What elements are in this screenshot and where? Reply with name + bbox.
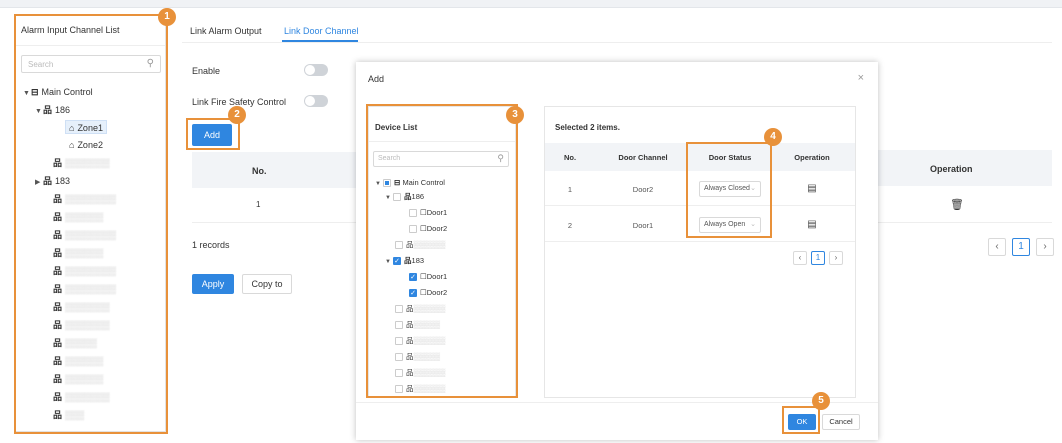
page-button-current[interactable]: 1 <box>1012 238 1030 256</box>
next-page-button[interactable]: › <box>829 251 843 265</box>
edit-icon[interactable]: ▤ <box>777 219 847 230</box>
divider <box>182 42 1052 43</box>
divider <box>192 222 358 223</box>
divider <box>864 222 1052 223</box>
table-header <box>192 152 358 188</box>
callout-1: 1 <box>158 8 176 26</box>
tab-link-alarm-output[interactable]: Link Alarm Output <box>190 26 262 36</box>
apply-button[interactable]: Apply <box>192 274 234 294</box>
column-door-channel: Door Channel <box>618 153 668 162</box>
highlight-box-5 <box>782 406 820 434</box>
divider <box>356 402 878 403</box>
callout-2: 2 <box>228 106 246 124</box>
prev-page-button[interactable]: ‹ <box>793 251 807 265</box>
records-count: 1 records <box>192 240 230 250</box>
table-cell-no: 1 <box>256 200 261 209</box>
enable-label: Enable <box>192 66 221 76</box>
next-page-button[interactable]: › <box>1036 238 1054 256</box>
modal-title: Add <box>368 74 385 84</box>
row-1-channel: Door2 <box>632 185 654 194</box>
callout-4: 4 <box>764 128 782 146</box>
copy-to-button[interactable]: Copy to <box>242 274 292 294</box>
column-operation: Operation <box>794 153 830 162</box>
column-operation: Operation <box>930 164 973 174</box>
cancel-button[interactable]: Cancel <box>822 414 860 430</box>
top-bar <box>0 0 1062 8</box>
enable-toggle[interactable] <box>304 64 328 76</box>
row-1-no: 1 <box>567 185 573 194</box>
tab-link-door-channel[interactable]: Link Door Channel <box>284 26 359 36</box>
delete-icon[interactable]: 🗑 <box>950 198 964 211</box>
column-no: No. <box>252 166 267 176</box>
highlight-box-3 <box>366 104 518 398</box>
highlight-box-1 <box>14 14 168 434</box>
close-icon[interactable]: × <box>858 72 864 84</box>
prev-page-button[interactable]: ‹ <box>988 238 1006 256</box>
column-no: No. <box>563 153 577 162</box>
callout-3: 3 <box>506 106 524 124</box>
selected-count: Selected 2 items. <box>555 123 620 132</box>
row-2-channel: Door1 <box>632 221 654 230</box>
edit-icon[interactable]: ▤ <box>777 183 847 194</box>
row-2-no: 2 <box>567 221 573 230</box>
highlight-box-4 <box>686 142 772 238</box>
fire-safety-toggle[interactable] <box>304 95 328 107</box>
divider <box>545 241 855 242</box>
callout-5: 5 <box>812 392 830 410</box>
page-button-current[interactable]: 1 <box>811 251 825 265</box>
